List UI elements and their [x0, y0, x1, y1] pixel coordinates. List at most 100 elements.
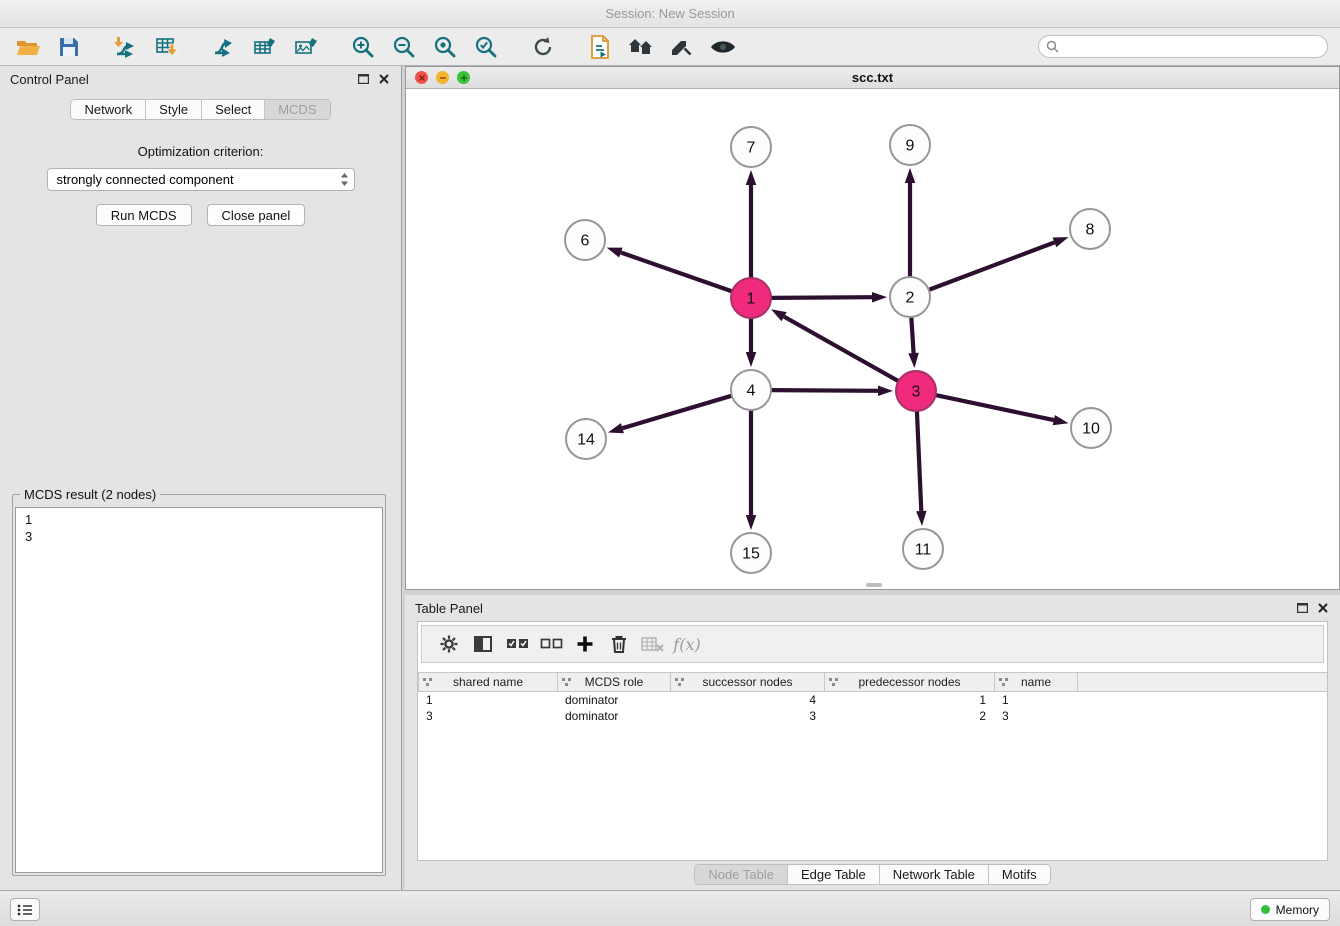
graph-edge-3-1[interactable] — [784, 317, 899, 382]
main-toolbar — [0, 28, 1340, 66]
show-columns-button[interactable] — [466, 629, 500, 659]
zoom-fit-button[interactable] — [429, 31, 461, 63]
network-canvas[interactable]: 7968124314101511 — [406, 89, 1339, 589]
graph-node-label: 8 — [1086, 222, 1095, 239]
table-panel-header: Table Panel — [405, 595, 1340, 621]
zoom-fit-icon — [433, 35, 457, 59]
graph-edge-2-8[interactable] — [929, 242, 1055, 290]
import-network-button[interactable] — [110, 31, 142, 63]
export-image-icon — [293, 35, 319, 59]
control-panel-title: Control Panel — [10, 72, 89, 87]
mcds-result-group: MCDS result (2 nodes) 13 — [12, 494, 386, 876]
tab-edge-table[interactable]: Edge Table — [788, 865, 880, 884]
graph-edge-1-6[interactable] — [621, 253, 732, 292]
tab-mcds[interactable]: MCDS — [265, 100, 329, 119]
window-titlebar[interactable]: Session: New Session — [0, 0, 1340, 28]
import-network-icon — [113, 35, 139, 59]
add-column-button[interactable] — [568, 629, 602, 659]
gear-icon — [439, 634, 459, 654]
open-session-button[interactable] — [12, 31, 44, 63]
graph-edge-3-11[interactable] — [917, 411, 921, 511]
delete-row-button[interactable] — [602, 629, 636, 659]
column-header-name[interactable]: name — [994, 673, 1078, 691]
table-row[interactable]: 3dominator323 — [418, 708, 1327, 724]
criterion-dropdown[interactable]: strongly connected component — [47, 168, 355, 191]
columns-icon — [473, 634, 493, 654]
float-table-panel-button[interactable] — [1295, 601, 1309, 615]
result-item[interactable]: 3 — [25, 528, 373, 545]
network-window-title: scc.txt — [852, 70, 893, 85]
table-panel-body: f(x) shared name MCDS role successor nodes… — [417, 621, 1328, 861]
first-neighbors-button[interactable] — [625, 31, 657, 63]
graph-edge-4-3[interactable] — [771, 390, 878, 391]
table-panel: Table Panel — [405, 595, 1340, 890]
column-header-shared-name[interactable]: shared name — [418, 673, 557, 691]
run-mcds-button[interactable]: Run MCDS — [96, 204, 192, 226]
window-controls — [415, 71, 470, 84]
column-header-label: predecessor nodes — [858, 675, 960, 689]
minimize-window-button[interactable] — [436, 71, 449, 84]
zoom-out-button[interactable] — [388, 31, 420, 63]
annotation-style-button[interactable] — [666, 31, 698, 63]
graphics-details-button[interactable] — [707, 31, 739, 63]
tab-style[interactable]: Style — [146, 100, 202, 119]
refresh-layout-button[interactable] — [527, 31, 559, 63]
maximize-window-button[interactable] — [457, 71, 470, 84]
tab-network-table[interactable]: Network Table — [880, 865, 989, 884]
graph-edge-2-3[interactable] — [911, 317, 913, 353]
export-network-icon — [211, 35, 237, 59]
zoom-selected-button[interactable] — [470, 31, 502, 63]
close-table-panel-button[interactable] — [1316, 601, 1330, 615]
horizontal-scrollbar-thumb[interactable] — [866, 583, 882, 587]
table-cell: 3 — [670, 708, 824, 724]
import-table-button[interactable] — [151, 31, 183, 63]
search-input[interactable] — [1064, 40, 1320, 54]
network-snapshot-button[interactable] — [584, 31, 616, 63]
table-cell: 1 — [824, 692, 994, 708]
column-header-label: MCDS role — [585, 675, 644, 689]
memory-label: Memory — [1276, 903, 1319, 917]
network-window-titlebar[interactable]: scc.txt — [406, 67, 1339, 89]
delete-column-icon — [641, 635, 665, 653]
panel-toggle-button[interactable] — [10, 898, 40, 921]
tab-motifs[interactable]: Motifs — [989, 865, 1050, 884]
graph-node-label: 4 — [747, 383, 756, 400]
search-box[interactable] — [1038, 35, 1328, 58]
graph-edge-arrow — [746, 352, 757, 367]
close-panel-button[interactable] — [377, 72, 391, 86]
zoom-in-button[interactable] — [347, 31, 379, 63]
tab-node-table[interactable]: Node Table — [695, 865, 788, 884]
result-item[interactable]: 1 — [25, 511, 373, 528]
close-panel-action-button[interactable]: Close panel — [207, 204, 306, 226]
column-header-successor-nodes[interactable]: successor nodes — [670, 673, 824, 691]
graph-edge-4-14[interactable] — [622, 396, 731, 429]
export-image-button[interactable] — [290, 31, 322, 63]
column-header-predecessor-nodes[interactable]: predecessor nodes — [824, 673, 994, 691]
table-cell: 1 — [418, 692, 557, 708]
memory-button[interactable]: Memory — [1250, 898, 1330, 921]
plus-glyph-icon — [460, 74, 468, 82]
table-cell: 3 — [418, 708, 557, 724]
column-header-MCDS-role[interactable]: MCDS role — [557, 673, 670, 691]
list-icon — [16, 903, 34, 917]
select-all-columns-button[interactable] — [500, 629, 534, 659]
save-session-button[interactable] — [53, 31, 85, 63]
table-settings-button[interactable] — [432, 629, 466, 659]
graph-edge-arrow — [905, 168, 916, 183]
fx-icon: f(x) — [673, 635, 700, 654]
control-panel-tabs: NetworkStyleSelectMCDS — [70, 99, 330, 120]
table-header-row: shared name MCDS role successor nodes prede… — [418, 672, 1327, 692]
export-table-button[interactable] — [249, 31, 281, 63]
delete-column-button[interactable] — [636, 629, 670, 659]
table-row[interactable]: 1dominator411 — [418, 692, 1327, 708]
deselect-all-columns-button[interactable] — [534, 629, 568, 659]
tab-network[interactable]: Network — [71, 100, 146, 119]
mcds-result-list[interactable]: 13 — [15, 507, 383, 873]
graph-edge-1-2[interactable] — [771, 297, 872, 298]
graph-edge-3-10[interactable] — [936, 395, 1054, 420]
tab-select[interactable]: Select — [202, 100, 265, 119]
float-panel-button[interactable] — [356, 72, 370, 86]
function-builder-button[interactable]: f(x) — [670, 629, 704, 659]
export-network-button[interactable] — [208, 31, 240, 63]
close-window-button[interactable] — [415, 71, 428, 84]
